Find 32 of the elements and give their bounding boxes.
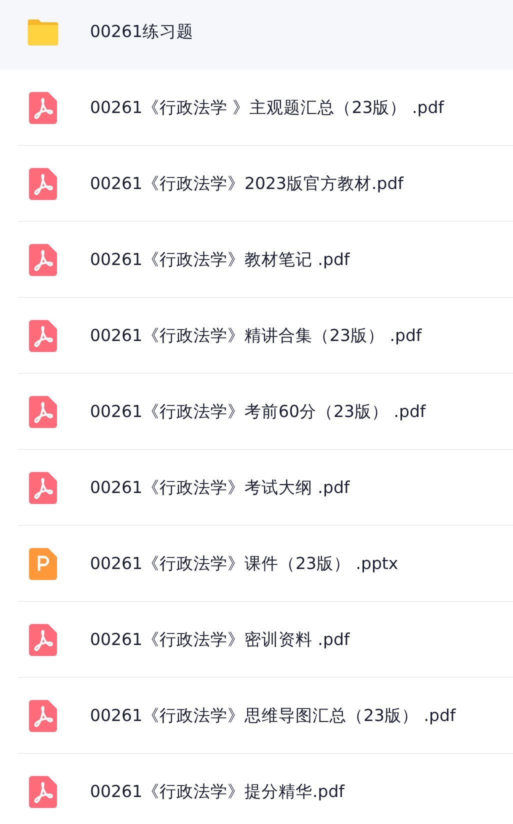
file-row[interactable]: 00261《行政法学》课件（23版） .pptx — [18, 526, 513, 602]
presentation-icon — [29, 548, 57, 580]
file-row[interactable]: 00261《行政法学》思维导图汇总（23版） .pdf — [18, 678, 513, 754]
file-row[interactable]: 00261《行政法学 》主观题汇总（23版） .pdf — [18, 70, 513, 146]
file-row[interactable]: 00261《行政法学》2023版官方教材.pdf — [18, 146, 513, 222]
file-name: 00261《行政法学》课件（23版） .pptx — [90, 552, 398, 574]
file-name: 00261《行政法学》教材笔记 .pdf — [90, 248, 350, 270]
pdf-icon — [29, 624, 57, 656]
file-name: 00261《行政法学》2023版官方教材.pdf — [90, 172, 404, 194]
pdf-icon — [29, 168, 57, 200]
pdf-icon — [29, 244, 57, 276]
file-name: 00261《行政法学》思维导图汇总（23版） .pdf — [90, 704, 456, 726]
file-name: 00261《行政法学》精讲合集（23版） .pdf — [90, 324, 422, 346]
file-row[interactable]: 00261《行政法学》考前60分（23版） .pdf — [18, 374, 513, 450]
pdf-icon — [29, 396, 57, 428]
pdf-icon — [29, 320, 57, 352]
file-row[interactable]: 00261《行政法学》精讲合集（23版） .pdf — [18, 298, 513, 374]
file-name: 00261《行政法学》考前60分（23版） .pdf — [90, 400, 426, 422]
pdf-icon — [29, 92, 57, 124]
file-row[interactable]: 00261《行政法学》密训资料 .pdf — [18, 602, 513, 678]
pdf-icon — [29, 776, 57, 808]
pdf-icon — [29, 472, 57, 504]
file-row[interactable]: 00261练习题 — [0, 0, 513, 70]
file-name: 00261《行政法学 》主观题汇总（23版） .pdf — [90, 96, 444, 118]
file-name: 00261《行政法学》密训资料 .pdf — [90, 628, 350, 650]
file-name: 00261练习题 — [90, 20, 194, 42]
pdf-icon — [29, 700, 57, 732]
file-name: 00261《行政法学》考试大纲 .pdf — [90, 476, 350, 498]
file-name: 00261《行政法学》提分精华.pdf — [90, 780, 344, 802]
file-row[interactable]: 00261《行政法学》教材笔记 .pdf — [18, 222, 513, 298]
file-row[interactable]: 00261《行政法学》提分精华.pdf — [18, 754, 513, 824]
file-row[interactable]: 00261《行政法学》考试大纲 .pdf — [18, 450, 513, 526]
